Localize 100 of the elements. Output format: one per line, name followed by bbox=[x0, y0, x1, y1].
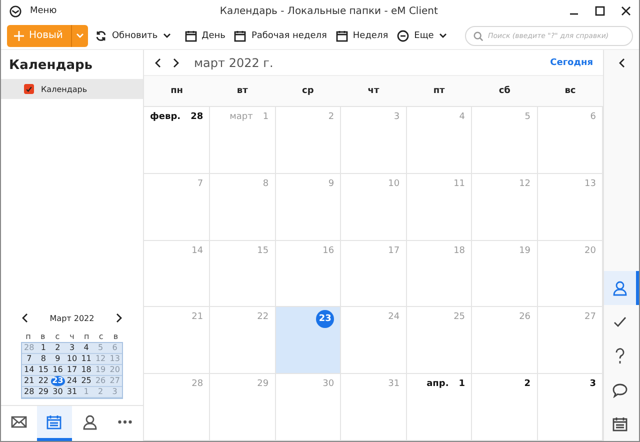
caret-icon bbox=[438, 33, 447, 38]
mini-calendar-day[interactable]: 14 bbox=[22, 365, 36, 376]
mini-calendar-day[interactable]: 23 bbox=[50, 376, 65, 387]
menu-button[interactable]: Меню bbox=[30, 6, 57, 16]
calendar-tab[interactable] bbox=[36, 406, 72, 441]
weekday-label: с bbox=[54, 331, 61, 342]
day-number: 31 bbox=[388, 379, 400, 390]
day-cell[interactable]: 28 bbox=[144, 374, 210, 441]
calendar-icon bbox=[612, 416, 628, 432]
day-number: 16 bbox=[322, 246, 334, 256]
day-cell[interactable]: 7 bbox=[144, 174, 210, 241]
day-number: 8 bbox=[262, 178, 269, 189]
mini-calendar-day[interactable]: 28 bbox=[22, 343, 36, 354]
chat-icon bbox=[612, 382, 628, 398]
mini-calendar-day[interactable]: 20 bbox=[108, 365, 122, 376]
checkmark-icon bbox=[613, 316, 627, 328]
day-number: 2 bbox=[524, 379, 531, 390]
mini-calendar-day[interactable]: 19 bbox=[93, 365, 108, 376]
day-cell[interactable]: 5 bbox=[472, 107, 538, 174]
day-cell[interactable]: 30 bbox=[276, 374, 342, 441]
mini-calendar-day[interactable]: 29 bbox=[36, 387, 51, 398]
day-number: 23 bbox=[316, 310, 334, 328]
day-number: 15 bbox=[257, 246, 269, 256]
mini-calendar-day[interactable]: 30 bbox=[50, 387, 65, 398]
mini-calendar-day[interactable]: 9 bbox=[50, 354, 65, 365]
mini-calendar-day[interactable]: 12 bbox=[93, 354, 108, 365]
mini-calendar-day[interactable]: 28 bbox=[22, 387, 36, 398]
mini-calendar-day[interactable]: 7 bbox=[22, 354, 36, 365]
day-cell[interactable]: 9 bbox=[276, 174, 342, 241]
mini-calendar-day[interactable]: 11 bbox=[79, 354, 94, 365]
day-cell[interactable]: 2 bbox=[276, 107, 342, 174]
mini-calendar-day[interactable]: 21 bbox=[22, 376, 36, 387]
day-cell[interactable]: 3 bbox=[341, 107, 407, 174]
weekday-label: в bbox=[112, 331, 120, 342]
mini-calendar-day[interactable]: 3 bbox=[108, 387, 122, 398]
refresh-button[interactable]: Обновить bbox=[92, 28, 174, 44]
contacts-panel-button[interactable] bbox=[604, 271, 639, 305]
mini-calendar-day[interactable]: 18 bbox=[79, 365, 94, 376]
day-number: 20 bbox=[584, 246, 596, 256]
day-cell[interactable]: 2 bbox=[472, 374, 538, 441]
day-cell[interactable]: 17 bbox=[341, 240, 407, 308]
day-cell[interactable]: 19 bbox=[472, 240, 538, 308]
day-cell[interactable]: 24 bbox=[341, 307, 407, 374]
day-number: 9 bbox=[328, 178, 334, 189]
previous-icon[interactable] bbox=[154, 58, 162, 68]
day-cell[interactable]: 8 bbox=[210, 174, 276, 241]
mini-calendar-day[interactable]: 22 bbox=[36, 376, 51, 387]
day-number: 1 bbox=[458, 379, 466, 390]
day-cell[interactable]: 21 bbox=[144, 307, 210, 374]
contacts-icon bbox=[82, 414, 98, 430]
day-cell[interactable]: 23 bbox=[276, 307, 342, 374]
mini-calendar-day[interactable]: 10 bbox=[64, 354, 80, 365]
mini-calendar-day[interactable]: 5 bbox=[93, 343, 108, 354]
mini-calendar-day[interactable]: 4 bbox=[79, 343, 94, 354]
mini-calendar-day[interactable]: 1 bbox=[79, 387, 94, 398]
day-cell[interactable]: 15 bbox=[210, 240, 276, 308]
mini-calendar-day[interactable]: 17 bbox=[64, 365, 80, 376]
mini-calendar-day[interactable]: 2 bbox=[93, 387, 108, 398]
mini-calendar-day[interactable]: 8 bbox=[36, 354, 51, 365]
day-cell[interactable]: 31 bbox=[341, 374, 407, 441]
previous-month-icon[interactable] bbox=[21, 313, 29, 323]
day-cell[interactable]: 29 bbox=[210, 374, 276, 441]
mini-calendar-day[interactable]: 13 bbox=[108, 354, 122, 365]
more-button[interactable]: Еще bbox=[394, 28, 450, 44]
day-cell[interactable]: 12 bbox=[472, 174, 538, 241]
view-button[interactable]: День bbox=[182, 28, 228, 44]
next-icon[interactable] bbox=[172, 58, 180, 68]
today-link[interactable]: Сегодня bbox=[550, 58, 593, 68]
day-cell[interactable]: 11 bbox=[406, 174, 472, 241]
mini-calendar-day[interactable]: 15 bbox=[36, 365, 51, 376]
mini-calendar-day[interactable]: 24 bbox=[64, 376, 80, 387]
day-number: 27 bbox=[584, 312, 596, 322]
calendar-icon bbox=[234, 30, 246, 42]
mini-calendar-day[interactable]: 31 bbox=[64, 387, 80, 398]
mini-calendar-day[interactable]: 2 bbox=[50, 343, 65, 354]
day-cell[interactable]: 10 bbox=[341, 174, 407, 241]
day-cell[interactable]: 26 bbox=[472, 307, 538, 374]
mini-calendar-day[interactable]: 26 bbox=[93, 376, 108, 387]
calendar-list-item[interactable]: Календарь bbox=[1, 79, 143, 99]
mini-calendar-day[interactable]: 6 bbox=[108, 343, 122, 354]
day-cell[interactable]: 4 bbox=[406, 107, 472, 174]
day-number: 10 bbox=[388, 178, 400, 189]
mini-calendar-day[interactable]: 1 bbox=[36, 343, 51, 354]
day-number: 14 bbox=[192, 246, 204, 256]
mini-calendar-day[interactable]: 25 bbox=[79, 376, 94, 387]
mini-calendar-day[interactable]: 3 bbox=[64, 343, 80, 354]
view-button[interactable]: Неделя bbox=[332, 28, 392, 44]
new-button[interactable]: Новый bbox=[7, 24, 88, 46]
view-button[interactable]: Рабочая неделя bbox=[231, 28, 330, 44]
mini-calendar-day[interactable]: 27 bbox=[108, 376, 122, 387]
more-icon bbox=[118, 420, 132, 424]
day-cell[interactable]: 18 bbox=[406, 240, 472, 308]
day-cell[interactable]: март 1 bbox=[210, 107, 276, 174]
next-month-icon[interactable] bbox=[114, 313, 123, 323]
day-cell[interactable]: 25 bbox=[406, 307, 472, 374]
day-cell[interactable]: февр. 28 bbox=[144, 107, 210, 174]
day-cell[interactable]: 14 bbox=[144, 240, 210, 308]
day-cell[interactable]: апр. 1 bbox=[406, 374, 472, 441]
mini-calendar-title: Март 2022 bbox=[50, 314, 94, 322]
checkbox[interactable] bbox=[24, 84, 34, 94]
